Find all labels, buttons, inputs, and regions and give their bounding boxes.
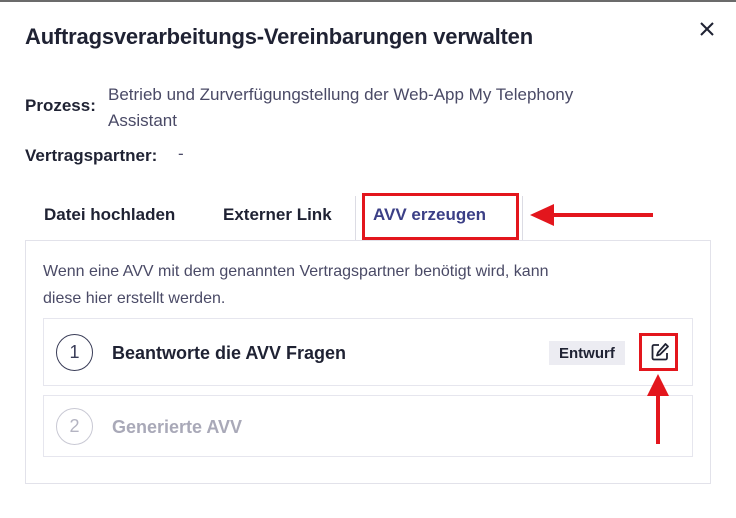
step-title-2: Generierte AVV: [112, 417, 243, 437]
status-badge: Entwurf: [549, 341, 625, 365]
partner-label: Vertragspartner:: [25, 146, 158, 165]
step-number-2: 2: [56, 408, 93, 445]
panel-description-line1: Wenn eine AVV mit dem genannten Vertrags…: [43, 263, 549, 280]
close-button[interactable]: [696, 18, 718, 40]
tab-externer-link[interactable]: Externer Link: [223, 205, 332, 225]
tab-datei-hochladen[interactable]: Datei hochladen: [44, 205, 175, 225]
panel-description-line2: diese hier erstellt werden.: [43, 290, 226, 307]
step-number-1: 1: [56, 334, 93, 371]
process-label: Prozess:: [25, 96, 96, 115]
process-value-line2: Assistant: [108, 111, 177, 130]
highlight-box-edit: [639, 333, 678, 371]
step-row-1[interactable]: 1 Beantworte die AVV Fragen Entwurf: [43, 318, 693, 386]
step-title-1: Beantworte die AVV Fragen: [112, 343, 347, 363]
annotation-arrow-up: [647, 374, 669, 444]
top-border: [0, 0, 736, 2]
dialog-title: Auftragsverarbeitungs-Vereinbarungen ver…: [25, 24, 533, 49]
process-value: Betrieb und Zurverfügungstellung der Web…: [108, 82, 573, 134]
partner-value: -: [178, 144, 184, 163]
annotation-arrow-left: [530, 204, 653, 226]
step-row-2: 2 Generierte AVV: [43, 395, 693, 457]
highlight-box-tab: [362, 193, 519, 240]
panel-description: Wenn eine AVV mit dem genannten Vertrags…: [43, 258, 683, 312]
process-value-line1: Betrieb und Zurverfügungstellung der Web…: [108, 85, 574, 104]
close-icon: [700, 22, 714, 36]
